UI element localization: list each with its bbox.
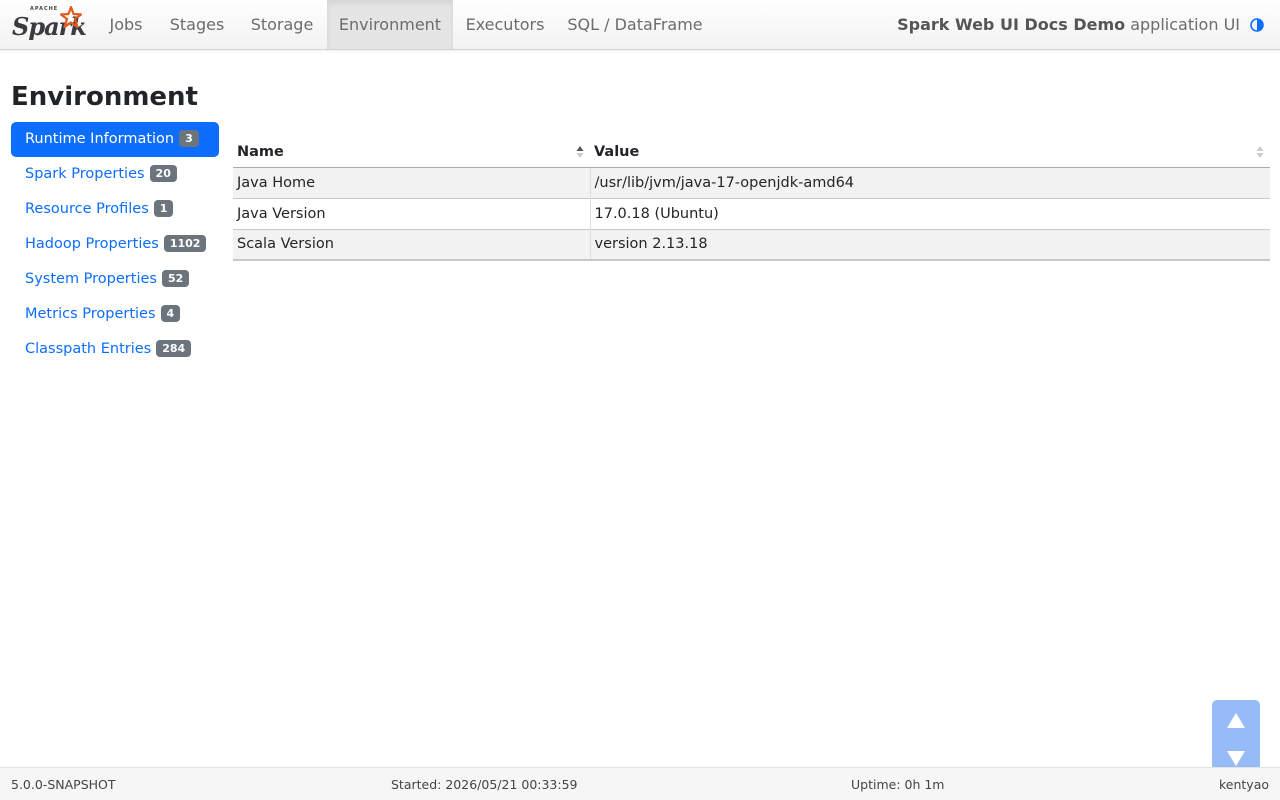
sort-both-icon: [1256, 146, 1264, 158]
column-header-value[interactable]: Value: [590, 137, 1270, 168]
sidebar-item-metrics-properties[interactable]: Metrics Properties 4: [11, 297, 219, 332]
sidebar-item-resource-profiles[interactable]: Resource Profiles 1: [11, 192, 219, 227]
application-name: Spark Web UI Docs Demo: [897, 15, 1126, 34]
scroll-up-icon[interactable]: [1226, 712, 1246, 730]
table-row: Java Home /usr/lib/jvm/java-17-openjdk-a…: [233, 166, 1270, 198]
sidebar-item-label: Spark Properties: [25, 166, 145, 182]
nav-tab-executors[interactable]: Executors: [455, 0, 555, 49]
uptime: Uptime: 0h 1m: [851, 777, 945, 792]
application-suffix: application UI: [1130, 15, 1240, 34]
table-row: Java Version 17.0.18 (Ubuntu): [233, 197, 1270, 229]
sidebar-item-label: Hadoop Properties: [25, 236, 159, 252]
nav-tab-jobs[interactable]: Jobs: [96, 0, 156, 49]
cell-name: Java Version: [233, 197, 591, 229]
nav-tab-storage[interactable]: Storage: [240, 0, 324, 49]
contrast-icon[interactable]: [1250, 18, 1264, 32]
count-badge: 4: [160, 305, 181, 322]
sidebar-item-classpath-entries[interactable]: Classpath Entries 284: [11, 332, 219, 367]
start-time: Started: 2026/05/21 00:33:59: [391, 777, 578, 792]
sort-ascending-icon: [576, 146, 584, 158]
nav-tab-stages[interactable]: Stages: [158, 0, 236, 49]
sidebar-item-hadoop-properties[interactable]: Hadoop Properties 1102: [11, 227, 219, 262]
spark-logo[interactable]: APACHE Spark: [12, 6, 87, 44]
footer: 5.0.0-SNAPSHOT Started: 2026/05/21 00:33…: [0, 767, 1280, 800]
count-badge: 52: [161, 270, 190, 287]
count-badge: 1102: [163, 235, 207, 252]
count-badge: 284: [156, 340, 192, 357]
sidebar-item-label: Metrics Properties: [25, 306, 156, 322]
cell-value: 17.0.18 (Ubuntu): [590, 197, 1270, 229]
sidebar-item-label: System Properties: [25, 271, 157, 287]
cell-name: Scala Version: [233, 228, 591, 261]
sidebar-item-label: Classpath Entries: [25, 341, 152, 357]
sidebar-item-system-properties[interactable]: System Properties 52: [11, 262, 219, 297]
count-badge: 20: [149, 165, 177, 182]
runtime-information-table: Name Value Java Home /usr/lib/jvm/java-1…: [233, 137, 1270, 261]
sidebar-item-label: Runtime Information: [25, 131, 175, 147]
nav-tab-sql-dataframe[interactable]: SQL / DataFrame: [557, 0, 713, 49]
cell-value: /usr/lib/jvm/java-17-openjdk-amd64: [590, 166, 1270, 198]
scroll-down-icon[interactable]: [1226, 749, 1246, 767]
spark-star-icon: [60, 6, 82, 28]
sidebar-item-runtime-information[interactable]: Runtime Information 3: [11, 122, 219, 157]
navbar: APACHE Spark Jobs Stages Storage Environ…: [0, 0, 1280, 50]
spark-version: 5.0.0-SNAPSHOT: [11, 777, 116, 792]
count-badge: 1: [153, 200, 174, 217]
cell-name: Java Home: [233, 166, 591, 198]
sidebar-item-label: Resource Profiles: [25, 201, 149, 217]
table-row: Scala Version version 2.13.18: [233, 228, 1270, 261]
count-badge: 3: [179, 130, 199, 147]
user-name: kentyao: [1218, 777, 1269, 792]
column-header-name[interactable]: Name: [233, 137, 590, 168]
application-title: Spark Web UI Docs Demo application UI: [897, 0, 1240, 49]
page-title: Environment: [11, 82, 198, 112]
cell-value: version 2.13.18: [590, 228, 1270, 261]
nav-tab-environment[interactable]: Environment: [327, 0, 453, 49]
sidebar-item-spark-properties[interactable]: Spark Properties 20: [11, 157, 219, 192]
